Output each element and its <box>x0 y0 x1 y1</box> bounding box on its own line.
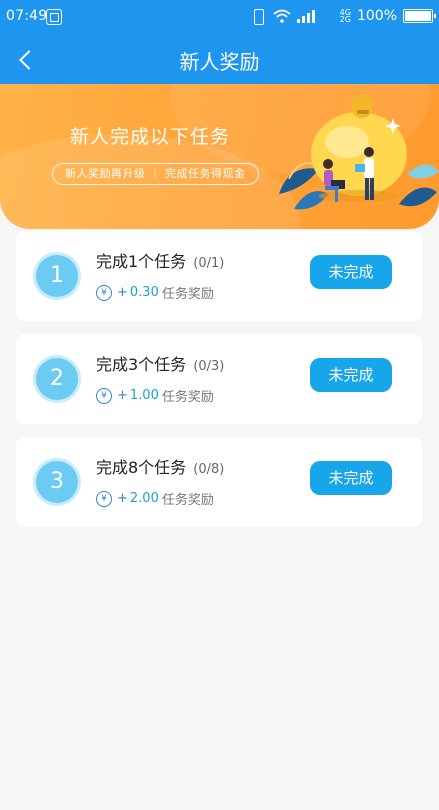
task-title-text: 完成1个任务 <box>96 252 187 271</box>
task-title: 完成1个任务 (0/1) <box>96 248 224 272</box>
task-progress: (0/8) <box>193 462 225 477</box>
task-reward: ¥ + 1.00 任务奖励 <box>96 386 214 405</box>
reward-label: 任务奖励 <box>161 493 214 508</box>
task-reward: ¥ + 0.30 任务奖励 <box>96 283 214 302</box>
signal-icon <box>296 9 315 23</box>
task-number-badge: 1 <box>36 255 78 297</box>
status-time: 07:49 <box>6 8 48 24</box>
reward-label: 任务奖励 <box>161 287 214 302</box>
reward-label: 任务奖励 <box>161 390 214 405</box>
status-bar: 07:49 4G 2G 100% <box>0 0 439 36</box>
banner-title: 新人完成以下任务 <box>70 126 231 148</box>
reward-amount: 0.30 <box>129 285 159 300</box>
task-status-button[interactable]: 未完成 <box>310 255 392 289</box>
status-icons: 4G 2G 100% <box>249 8 436 25</box>
task-title: 完成3个任务 (0/3) <box>96 351 224 375</box>
yuan-icon: ¥ <box>96 387 112 404</box>
wifi-icon <box>273 9 291 23</box>
reward-plus: + <box>117 491 128 506</box>
reward-amount: 1.00 <box>129 388 159 403</box>
banner-subtitle: 新人奖励再升级 ｜ 完成任务得现金 <box>52 163 259 185</box>
task-number-badge: 2 <box>36 358 78 400</box>
nav-bar: 新人奖励 <box>0 36 439 84</box>
task-card: 1 完成1个任务 (0/1) ¥ + 0.30 任务奖励 未完成 <box>16 231 422 321</box>
piggy-bank-illustration <box>279 94 439 210</box>
task-number-badge: 3 <box>36 461 78 503</box>
task-status-button[interactable]: 未完成 <box>310 461 392 495</box>
task-reward: ¥ + 2.00 任务奖励 <box>96 489 214 508</box>
task-card: 2 完成3个任务 (0/3) ¥ + 1.00 任务奖励 未完成 <box>16 334 422 424</box>
task-title-text: 完成3个任务 <box>96 355 187 374</box>
vibrate-icon <box>249 9 267 25</box>
task-title-text: 完成8个任务 <box>96 458 187 477</box>
battery-icon <box>403 9 436 23</box>
task-progress: (0/1) <box>193 256 225 271</box>
promo-banner: 新人完成以下任务 新人奖励再升级 ｜ 完成任务得现金 <box>0 84 439 229</box>
yuan-icon: ¥ <box>96 284 112 301</box>
reward-plus: + <box>117 285 128 300</box>
task-progress: (0/3) <box>193 359 225 374</box>
network-type-icon: 4G 2G <box>321 9 351 24</box>
task-card: 3 完成8个任务 (0/8) ¥ + 2.00 任务奖励 未完成 <box>16 437 422 527</box>
task-status-button[interactable]: 未完成 <box>310 358 392 392</box>
page-title: 新人奖励 <box>179 50 260 74</box>
task-title: 完成8个任务 (0/8) <box>96 454 224 478</box>
yuan-icon: ¥ <box>96 490 112 507</box>
battery-percent: 100% <box>356 8 397 24</box>
network-type-2: 2G <box>339 15 351 24</box>
reward-plus: + <box>117 388 128 403</box>
reward-amount: 2.00 <box>129 491 159 506</box>
screenshot-icon <box>46 9 62 25</box>
